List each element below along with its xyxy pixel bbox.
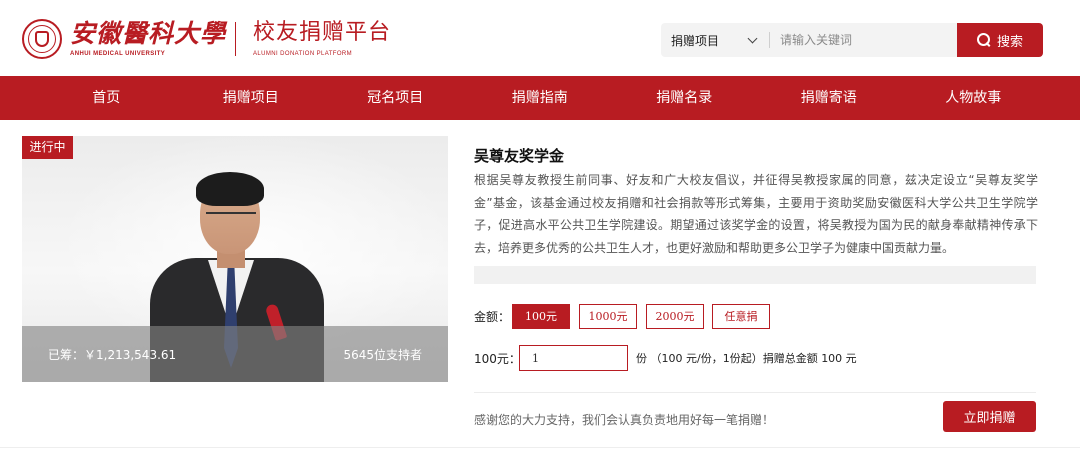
nav-item-donation-guide[interactable]: 捐赠指南 xyxy=(468,76,613,120)
supporter-count: 5645位支持者 xyxy=(343,347,422,362)
amount-option-1000[interactable]: 1000元 xyxy=(579,304,637,329)
progress-bar xyxy=(474,266,1036,284)
nav-item-donation-projects[interactable]: 捐赠项目 xyxy=(179,76,324,120)
university-name-en: ANHUI MEDICAL UNIVERSITY xyxy=(70,51,166,57)
nav-item-donor-list[interactable]: 捐赠名录 xyxy=(612,76,757,120)
amount-option-100[interactable]: 100元 xyxy=(512,304,570,329)
project-description: 根据吴尊友教授生前同事、好友和广大校友倡议，并征得吴教授家属的同意，兹决定设立“… xyxy=(474,173,1038,255)
raised-amount: 已筹：￥1,213,543.61 xyxy=(48,347,177,362)
bottom-divider xyxy=(0,447,1080,448)
nav-item-named-projects[interactable]: 冠名项目 xyxy=(323,76,468,120)
nav-item-people-stories[interactable]: 人物故事 xyxy=(901,76,1046,120)
nav-item-home[interactable]: 首页 xyxy=(34,76,179,120)
main-nav: 首页 捐赠项目 冠名项目 捐赠指南 捐赠名录 捐赠寄语 人物故事 xyxy=(0,76,1080,120)
site-header: 安徽醫科大學 ANHUI MEDICAL UNIVERSITY 校友捐赠平台 A… xyxy=(0,0,1080,76)
search-category-label: 捐赠项目 xyxy=(671,33,720,48)
search-category-select[interactable]: 捐赠项目 xyxy=(661,23,769,57)
search-bar: 捐赠项目 搜索 xyxy=(661,23,1043,57)
quantity-input[interactable] xyxy=(519,345,628,371)
university-logo[interactable]: 安徽醫科大學 ANHUI MEDICAL UNIVERSITY 校友捐赠平台 A… xyxy=(22,17,391,61)
university-name: 安徽醫科大學 xyxy=(70,19,227,48)
quantity-note: 份 （100 元/份，1份起）捐赠总金额 100 元 xyxy=(636,352,857,365)
amount-label: 金额： xyxy=(474,310,511,324)
platform-name-en: ALUMNI DONATION PLATFORM xyxy=(253,51,353,57)
nav-item-donation-messages[interactable]: 捐赠寄语 xyxy=(757,76,902,120)
search-icon xyxy=(976,33,991,47)
status-badge: 进行中 xyxy=(22,136,73,159)
donate-now-button[interactable]: 立即捐赠 xyxy=(943,401,1036,432)
quantity-label: 100元： xyxy=(474,352,521,366)
search-button-label: 搜索 xyxy=(996,34,1023,50)
thanks-message: 感谢您的大力支持，我们会认真负责地用好每一笔捐赠！ xyxy=(474,413,775,427)
section-divider xyxy=(474,392,1036,393)
university-seal-icon xyxy=(22,19,62,59)
search-input[interactable] xyxy=(770,23,957,57)
search-button[interactable]: 搜索 xyxy=(957,23,1043,57)
amount-option-custom[interactable]: 任意捐 xyxy=(712,304,770,329)
logo-divider xyxy=(235,22,237,56)
chevron-down-icon xyxy=(747,34,759,46)
amount-option-2000[interactable]: 2000元 xyxy=(646,304,704,329)
platform-name: 校友捐赠平台 xyxy=(253,20,392,45)
project-title: 吴尊友奖学金 xyxy=(474,147,565,165)
project-stats-bar: 已筹：￥1,213,543.61 5645位支持者 xyxy=(22,326,448,382)
